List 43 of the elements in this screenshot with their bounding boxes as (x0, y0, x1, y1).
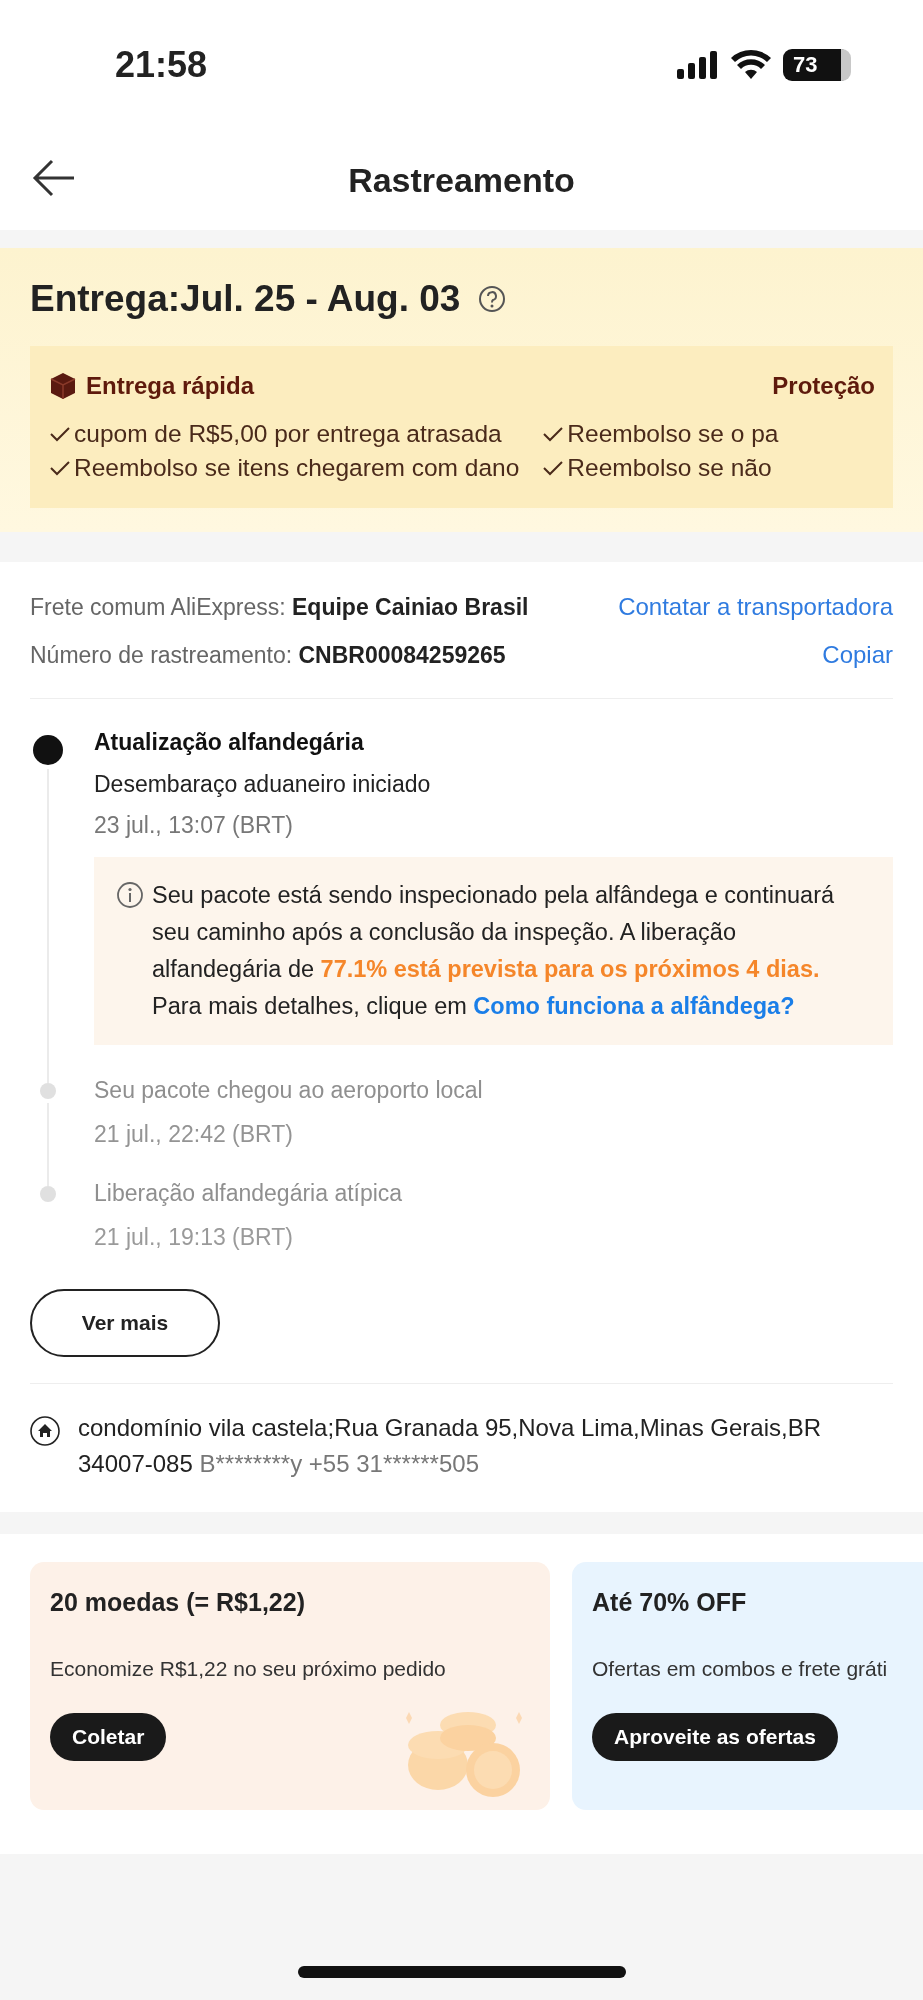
delivery-address: condomínio vila castela;Rua Granada 95,Nova Lima,Minas Gerais,BR 34007-085 B********y +55 31******505 (78, 1413, 823, 1479)
check-icon (543, 460, 564, 476)
perk-item: Reembolso se o pa (567, 420, 779, 448)
wifi-icon (731, 50, 771, 80)
promo-description: Ofertas em combos e frete gráti (592, 1657, 888, 1681)
perk-title: Entrega rápida (86, 372, 255, 400)
tracking-number: Número de rastreamento: CNBR00084259265 (30, 641, 506, 670)
info-icon (116, 881, 144, 909)
event-time: 21 jul., 19:13 (BRT) (94, 1224, 294, 1251)
signal-icon (677, 51, 719, 79)
help-icon[interactable] (478, 285, 507, 313)
page-title: Rastreamento (348, 160, 575, 200)
copy-link[interactable]: Copiar (822, 641, 893, 669)
status-time: 21:58 (115, 44, 208, 86)
customs-notice: Seu pacote está sendo inspecionado pela alfândega e continuará seu caminho após a conclusão da inspeção. A liberação alfandegária de 77.1% está prevista para os próximos 4 dias. Para mais detalhes, clique em Como funciona a alfândega? (152, 881, 836, 1021)
battery-indicator: 73 (783, 49, 851, 81)
see-more-button[interactable]: Ver mais (30, 1289, 220, 1357)
perk-title: Proteção (772, 372, 875, 400)
customs-link[interactable]: Como funciona a alfândega? (473, 993, 795, 1019)
perk-item: cupom de R$5,00 por entrega atrasada (74, 420, 502, 448)
perk-item: Reembolso se itens chegarem com dano (74, 454, 520, 482)
promo-title: 20 moedas (= R$1,22) (50, 1588, 305, 1617)
event-time: 21 jul., 22:42 (BRT) (94, 1121, 294, 1148)
carrier-text: Frete comum AliExpress: Equipe Cainiao Brasil (30, 593, 530, 622)
promo-button[interactable]: Coletar (50, 1713, 167, 1761)
event-time: 23 jul., 13:07 (BRT) (94, 812, 294, 839)
promo-button[interactable]: Aproveite as ofertas (592, 1713, 838, 1761)
event-title: Atualização alfandegária (94, 728, 365, 757)
check-icon (50, 460, 70, 476)
promo-description: Economize R$1,22 no seu próximo pedido (50, 1657, 446, 1681)
home-icon (30, 1416, 60, 1446)
check-icon (50, 426, 70, 442)
package-icon (50, 372, 76, 400)
contact-carrier-link[interactable]: Contatar a transportadora (618, 593, 893, 621)
event-description: Desembaraço aduaneiro iniciado (94, 771, 432, 798)
event-title: Liberação alfandegária atípica (94, 1179, 404, 1208)
delivery-dates: Entrega:Jul. 25 - Aug. 03 (30, 278, 461, 320)
promo-card[interactable]: 20 moedas (= R$1,22) Economize R$1,22 no seu próximo pedido Coletar (30, 1562, 550, 1810)
perk-item: Reembolso se não (567, 454, 772, 482)
promo-title: Até 70% OFF (592, 1588, 747, 1617)
promo-card[interactable]: Até 70% OFF Ofertas em combos e frete gráti Aproveite as ofertas (572, 1562, 923, 1810)
check-icon (543, 426, 564, 442)
event-title: Seu pacote chegou ao aeroporto local (94, 1076, 484, 1105)
